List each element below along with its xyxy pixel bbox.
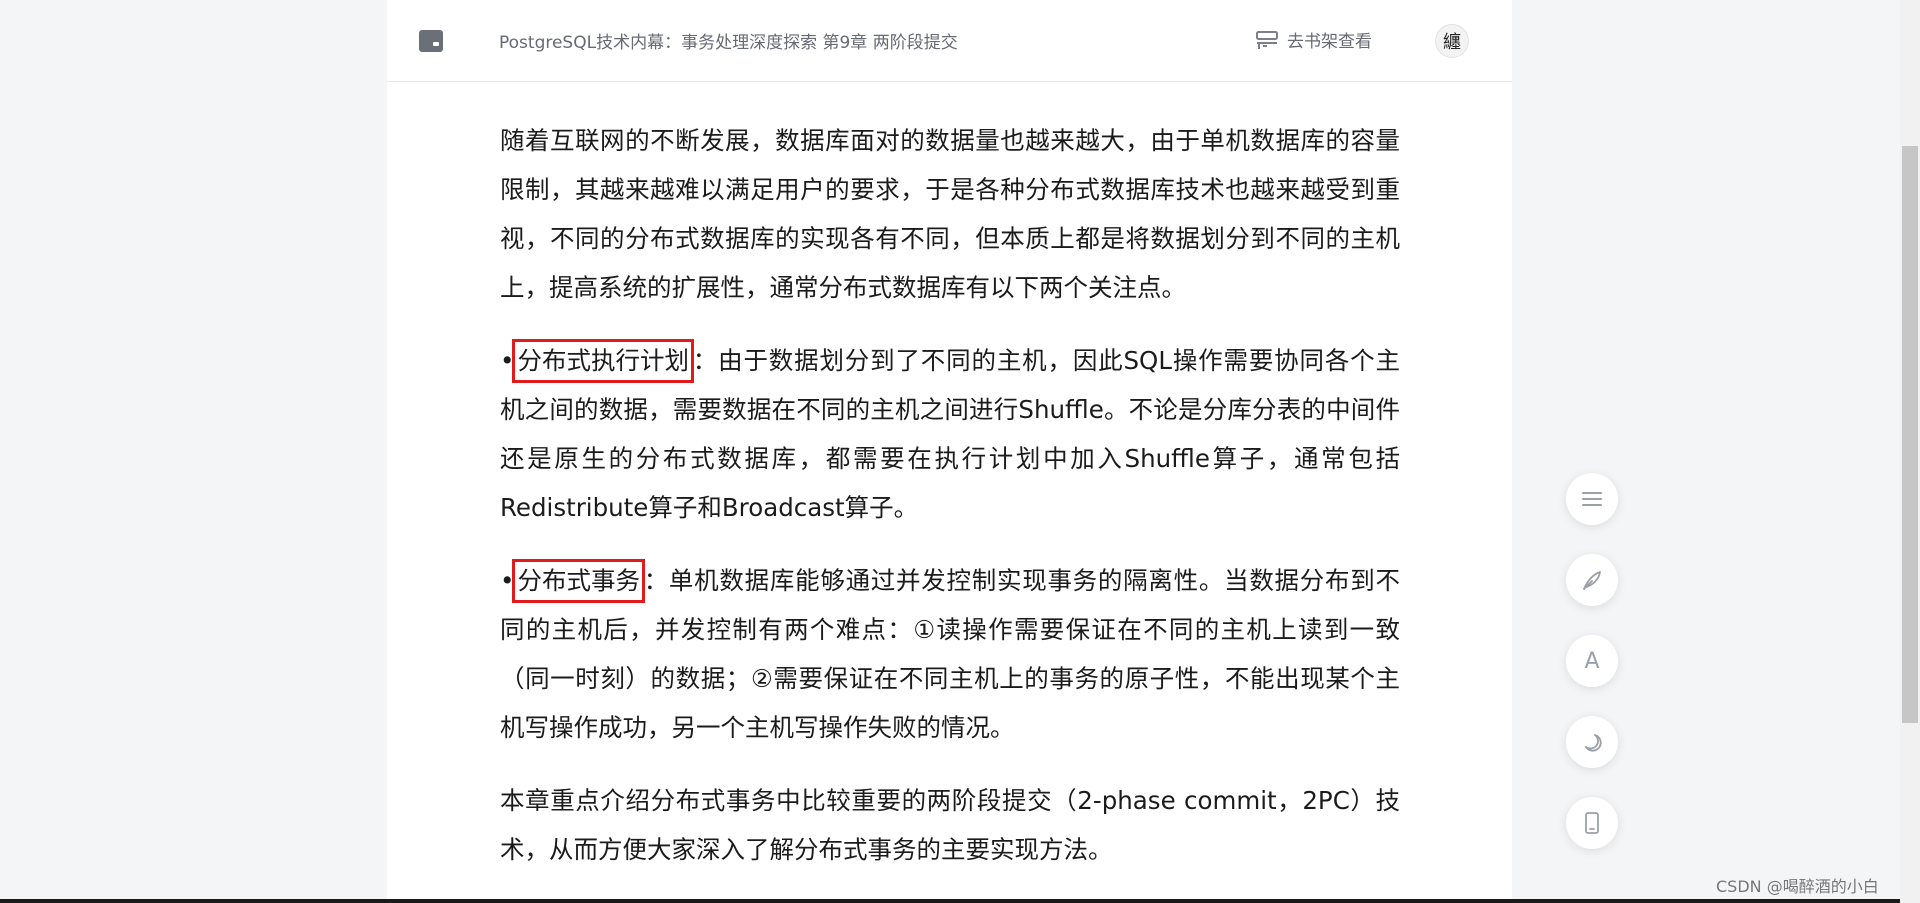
scrollbar-thumb[interactable] [1902, 146, 1918, 723]
font-size-icon: A [1584, 648, 1600, 674]
avatar-glyph: 纏 [1443, 32, 1461, 53]
bullet-distributed-transaction: • 分布式事务 ：单机数据库能够通过并发控制实现事务的隔离性。当数据分布到不同的主机… [500, 556, 1400, 752]
book-chapter-title: PostgreSQL技术内幕：事务处理深度探索 第9章 两阶段提交 [499, 33, 958, 53]
app-logo-icon[interactable] [419, 30, 443, 52]
reader-page: PostgreSQL技术内幕：事务处理深度探索 第9章 两阶段提交 去书架查看 … [0, 0, 1920, 903]
intro-paragraph: 随着互联网的不断发展，数据库面对的数据量也越来越大，由于单机数据库的容量限制，其… [500, 126, 1400, 302]
night-mode-button[interactable] [1566, 716, 1618, 768]
table-of-contents-button[interactable] [1566, 473, 1618, 525]
bullet-distributed-plan: • 分布式执行计划 ：由于数据划分到了不同的主机，因此SQL操作需要协同各个主机之间… [500, 336, 1400, 532]
chapter-content: 随着互联网的不断发展，数据库面对的数据量也越来越大，由于单机数据库的容量限制，其… [500, 116, 1400, 898]
vertical-scrollbar[interactable] [1900, 0, 1920, 903]
go-to-bookshelf-button[interactable]: 去书架查看 [1255, 27, 1372, 52]
highlighted-term: 分布式执行计划 [512, 339, 694, 383]
highlighted-term: 分布式事务 [512, 559, 645, 603]
csdn-watermark: CSDN @喝醉酒的小白 [1716, 877, 1879, 896]
font-settings-button[interactable]: A [1566, 635, 1618, 687]
user-avatar[interactable]: 纏 [1435, 24, 1469, 58]
reader-panel: PostgreSQL技术内幕：事务处理深度探索 第9章 两阶段提交 去书架查看 … [387, 0, 1512, 903]
go-to-bookshelf-label: 去书架查看 [1287, 32, 1372, 52]
reader-side-toolbar: A [1566, 473, 1618, 878]
bookshelf-icon [1256, 30, 1278, 49]
phone-icon [1585, 812, 1599, 834]
moon-icon [1585, 734, 1602, 752]
feather-icon [1583, 571, 1601, 590]
reader-header: PostgreSQL技术内幕：事务处理深度探索 第9章 两阶段提交 去书架查看 … [387, 0, 1512, 82]
mobile-reading-button[interactable] [1566, 797, 1618, 849]
notes-button[interactable] [1566, 554, 1618, 606]
bottom-edge-divider [0, 899, 1900, 903]
summary-paragraph: 本章重点介绍分布式事务中比较重要的两阶段提交（2-phase commit，2P… [500, 786, 1400, 864]
menu-icon [1582, 492, 1602, 506]
